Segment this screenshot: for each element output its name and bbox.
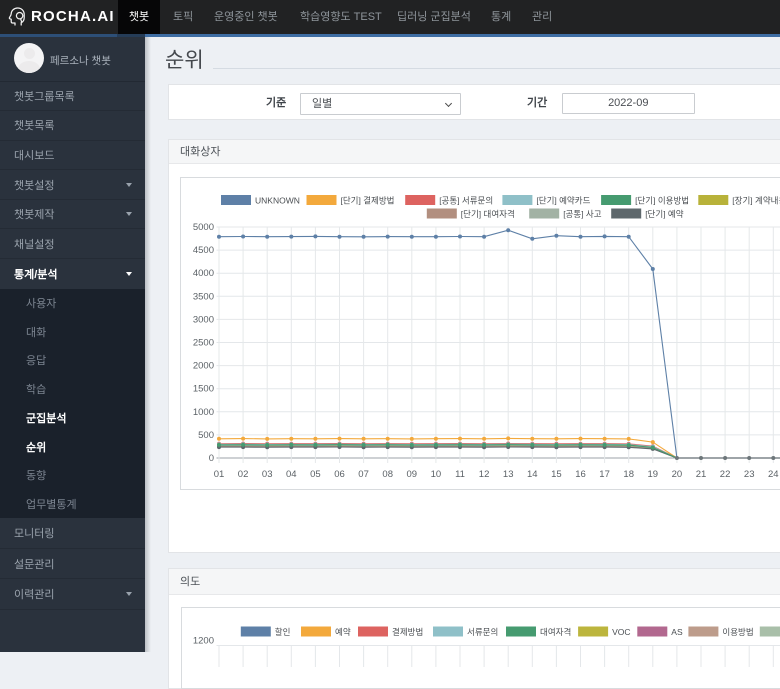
svg-text:VOC: VOC: [612, 627, 630, 637]
svg-text:19: 19: [648, 469, 659, 480]
svg-text:[단기] 결제방법: [단기] 결제방법: [341, 196, 395, 206]
svg-text:0: 0: [209, 453, 214, 464]
svg-text:4000: 4000: [193, 268, 214, 279]
svg-text:5000: 5000: [193, 222, 214, 233]
svg-text:04: 04: [286, 469, 297, 480]
svg-text:1500: 1500: [193, 384, 214, 395]
svg-text:[단기] 대여자격: [단기] 대여자격: [461, 209, 515, 219]
svg-text:AS: AS: [671, 627, 683, 637]
svg-text:3500: 3500: [193, 291, 214, 302]
svg-text:02: 02: [238, 469, 249, 480]
svg-text:[단기] 이용방법: [단기] 이용방법: [635, 196, 689, 206]
svg-text:이용방법: 이용방법: [722, 627, 753, 637]
svg-text:대여자격: 대여자격: [540, 627, 571, 637]
svg-text:13: 13: [503, 469, 514, 480]
svg-text:할인: 할인: [275, 627, 291, 637]
svg-text:1000: 1000: [193, 407, 214, 418]
svg-text:UNKNOWN: UNKNOWN: [255, 196, 300, 206]
svg-text:07: 07: [358, 469, 369, 480]
svg-text:[공통] 사고: [공통] 사고: [563, 209, 602, 219]
svg-text:2500: 2500: [193, 338, 214, 349]
svg-text:1200: 1200: [193, 636, 214, 647]
svg-text:22: 22: [720, 469, 731, 480]
svg-text:18: 18: [623, 469, 634, 480]
svg-text:23: 23: [744, 469, 755, 480]
svg-text:21: 21: [696, 469, 707, 480]
svg-text:[장기] 계약내용: [장기] 계약내용: [732, 196, 780, 206]
svg-text:03: 03: [262, 469, 273, 480]
svg-text:서류문의: 서류문의: [467, 627, 498, 637]
svg-text:12: 12: [479, 469, 490, 480]
svg-text:17: 17: [599, 469, 610, 480]
svg-text:4500: 4500: [193, 245, 214, 256]
svg-text:15: 15: [551, 469, 562, 480]
svg-text:11: 11: [455, 469, 465, 480]
svg-text:예약: 예약: [335, 627, 351, 637]
svg-text:10: 10: [431, 469, 442, 480]
svg-text:01: 01: [214, 469, 225, 480]
svg-text:08: 08: [382, 469, 393, 480]
svg-text:20: 20: [672, 469, 683, 480]
svg-text:16: 16: [575, 469, 586, 480]
svg-text:[단기] 예약: [단기] 예약: [645, 209, 684, 219]
svg-text:14: 14: [527, 469, 538, 480]
svg-text:3000: 3000: [193, 314, 214, 325]
svg-text:2000: 2000: [193, 361, 214, 372]
svg-text:06: 06: [334, 469, 345, 480]
svg-text:09: 09: [407, 469, 418, 480]
svg-text:24: 24: [768, 469, 779, 480]
svg-text:05: 05: [310, 469, 321, 480]
svg-text:결제방법: 결제방법: [392, 627, 423, 637]
svg-text:[단기] 예약카드: [단기] 예약카드: [536, 196, 590, 206]
svg-text:[공통] 서류문의: [공통] 서류문의: [439, 196, 493, 206]
svg-text:500: 500: [198, 430, 214, 441]
